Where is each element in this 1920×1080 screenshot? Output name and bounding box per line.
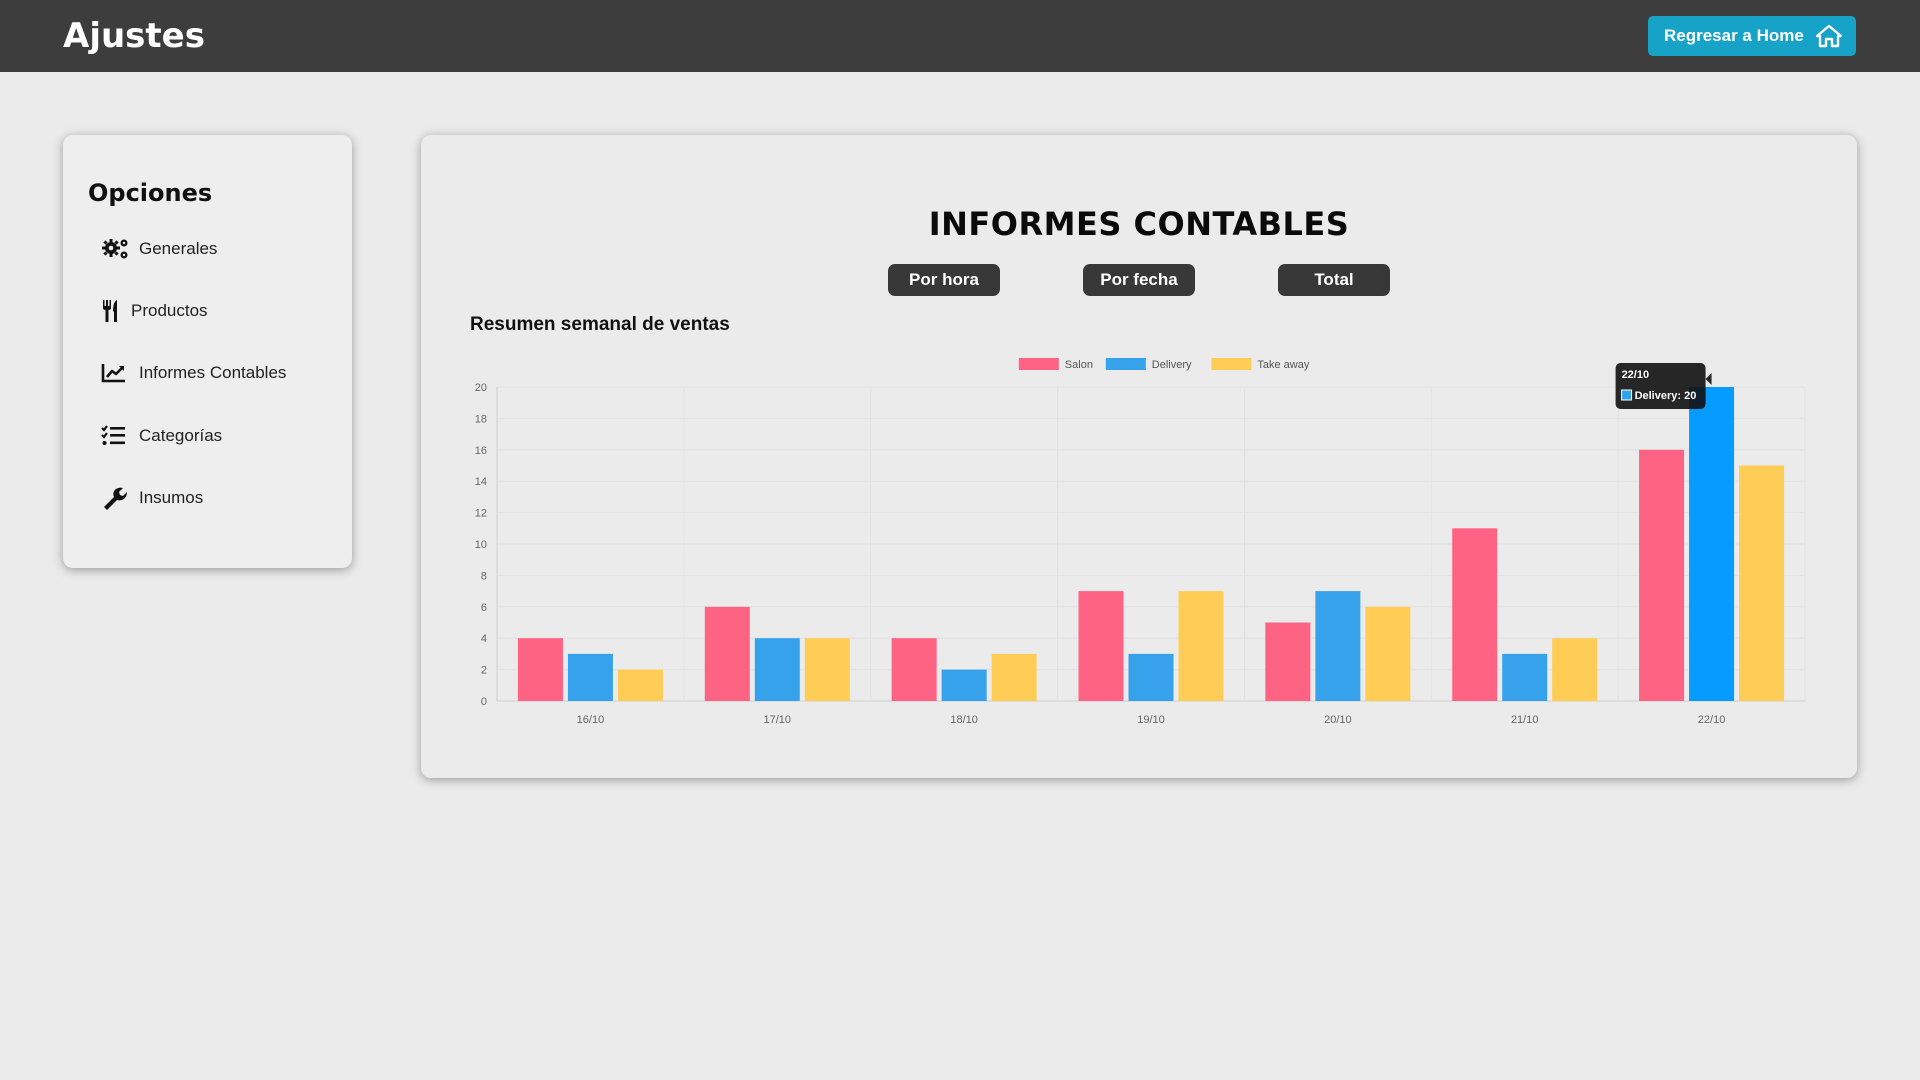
app-title: Ajustes: [63, 16, 205, 56]
home-icon: [1816, 24, 1842, 48]
y-tick-label: 16: [475, 445, 487, 457]
bar-salon: [517, 638, 563, 701]
bar-salon: [1452, 528, 1498, 701]
sidebar-item-label: Productos: [131, 301, 208, 320]
sidebar-item-label: Insumos: [139, 488, 204, 507]
bar-salon: [704, 606, 750, 701]
y-tick-label: 10: [475, 539, 487, 551]
gears-icon: [101, 237, 131, 261]
y-tick-label: 12: [475, 508, 487, 520]
bar-take-away: [1178, 591, 1224, 701]
utensils-icon: [101, 299, 123, 323]
sidebar-item-productos[interactable]: Productos: [101, 295, 208, 327]
bar-take-away: [991, 653, 1037, 701]
legend-swatch: [1211, 358, 1252, 370]
wrench-icon: [101, 486, 131, 510]
y-tick-label: 14: [475, 476, 487, 488]
sidebar-title: Opciones: [88, 179, 213, 207]
legend-label: Delivery: [1152, 359, 1192, 371]
tooltip-caret: [1705, 373, 1712, 385]
y-tick-label: 4: [481, 633, 487, 645]
bar-delivery: [941, 669, 987, 701]
y-tick-label: 8: [481, 570, 487, 582]
bar-salon: [1078, 591, 1124, 701]
bar-delivery: [567, 653, 613, 701]
tooltip-title: 22/10: [1622, 369, 1650, 381]
y-tick-label: 0: [481, 696, 487, 708]
sales-bar-chart: 0 2 4 6 8 10 12 14 16 18 20 16/10 17/10 18/10 19/10 20/…: [475, 358, 1806, 726]
chart-line-icon: [101, 361, 131, 385]
bar-take-away: [1365, 606, 1411, 701]
bar-take-away: [1552, 638, 1598, 701]
bar-delivery: [754, 638, 800, 701]
bar-delivery: [1502, 653, 1548, 701]
y-tick-label: 6: [481, 602, 487, 614]
reports-panel: INFORMES CONTABLES Por hora Por fecha To…: [421, 135, 1857, 778]
legend-label: Salon: [1065, 359, 1093, 371]
tooltip-swatch: [1621, 389, 1633, 401]
y-tick-label: 20: [475, 382, 487, 394]
x-tick-label: 16/10: [577, 714, 605, 726]
x-tick-label: 19/10: [1137, 714, 1165, 726]
tooltip-text: Delivery: 20: [1635, 390, 1697, 402]
bar-salon: [891, 638, 937, 701]
bar-salon: [1639, 449, 1685, 701]
sidebar-item-label: Generales: [139, 239, 218, 258]
sidebar-item-generales[interactable]: Generales: [101, 233, 217, 265]
bar-delivery: [1689, 387, 1735, 701]
bar-salon: [1265, 622, 1311, 701]
bar-take-away: [617, 669, 663, 701]
home-button-label: Regresar a Home: [1664, 26, 1804, 45]
sidebar-item-label: Informes Contables: [139, 363, 287, 382]
home-button[interactable]: Regresar a Home: [1648, 16, 1856, 56]
x-tick-label: 18/10: [950, 714, 978, 726]
x-tick-label: 20/10: [1324, 714, 1352, 726]
bar-delivery: [1128, 653, 1174, 701]
bar-take-away: [804, 638, 850, 701]
x-tick-label: 21/10: [1511, 714, 1539, 726]
x-tick-label: 17/10: [764, 714, 792, 726]
y-tick-label: 18: [475, 413, 487, 425]
legend-swatch: [1105, 358, 1146, 370]
bar-delivery: [1315, 591, 1361, 701]
options-sidebar: Opciones Generales Productos Informes Co…: [63, 135, 352, 568]
sidebar-item-categorias[interactable]: Categorías: [101, 420, 222, 452]
x-tick-label: 22/10: [1698, 714, 1726, 726]
legend-label: Take away: [1257, 359, 1309, 371]
legend-swatch: [1018, 358, 1059, 370]
sidebar-item-insumos[interactable]: Insumos: [101, 482, 203, 514]
sidebar-item-label: Categorías: [139, 426, 223, 445]
sidebar-item-informes-contables[interactable]: Informes Contables: [101, 357, 286, 389]
bar-take-away: [1739, 465, 1785, 701]
y-tick-label: 2: [481, 665, 487, 677]
sales-chart: 0 2 4 6 8 10 12 14 16 18 20 16/10 17/10 18/10 19/10 20/…: [421, 135, 1857, 778]
top-bar: Ajustes Regresar a Home: [0, 0, 1920, 72]
list-check-icon: [101, 424, 131, 448]
